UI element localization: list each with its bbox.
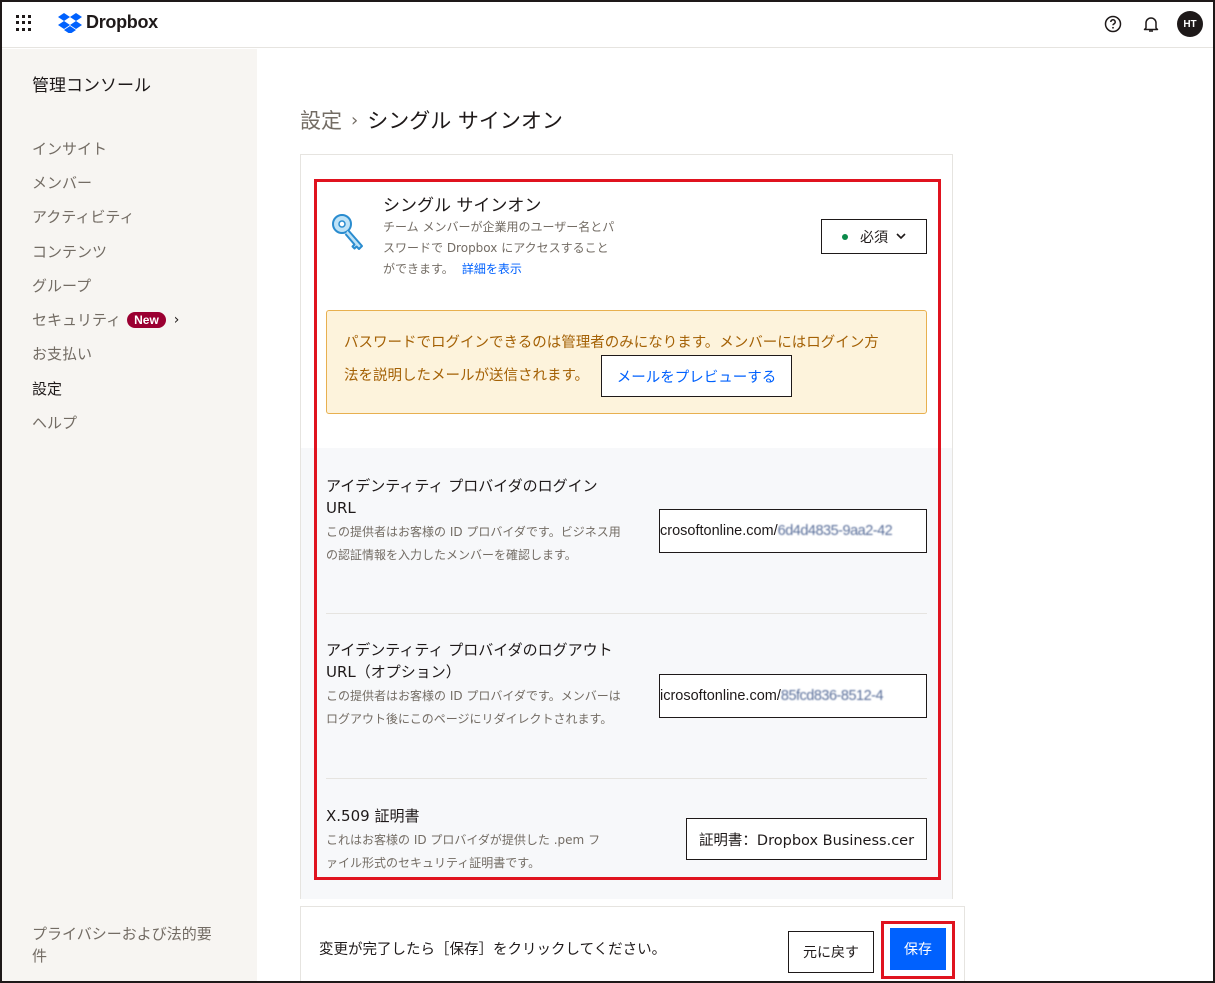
save-button[interactable]: 保存 [890, 928, 946, 970]
sidebar-item-groups[interactable]: グループ [32, 268, 179, 302]
sidebar: 管理コンソール インサイト メンバー アクティビティ コンテンツ グループ セキ… [2, 49, 257, 981]
sidebar-item-label: インサイト [32, 139, 108, 158]
sidebar-item-settings[interactable]: 設定 [32, 371, 179, 405]
privacy-legal-link[interactable]: プライバシーおよび法的要件 [32, 923, 222, 967]
dropbox-logo[interactable]: Dropbox [58, 12, 158, 33]
page-title: シングル サインオン [367, 109, 563, 133]
save-bar: 変更が完了したら［保存］をクリックしてください。 元に戻す [300, 906, 965, 981]
sidebar-item-label: 設定 [32, 379, 63, 398]
app-name: Dropbox [86, 12, 158, 32]
sidebar-item-security[interactable]: セキュリティ New › [32, 302, 179, 336]
sidebar-item-label: アクティビティ [32, 208, 135, 227]
sidebar-item-help[interactable]: ヘルプ [32, 405, 179, 439]
dropbox-icon [58, 12, 82, 33]
sidebar-item-label: グループ [32, 276, 92, 295]
sidebar-item-label: コンテンツ [32, 242, 108, 261]
apps-grid-icon[interactable] [16, 15, 32, 31]
sidebar-item-activity[interactable]: アクティビティ [32, 200, 179, 234]
avatar[interactable]: HT [1177, 11, 1203, 37]
sidebar-item-label: メンバー [32, 173, 93, 192]
sidebar-item-insights[interactable]: インサイト [32, 131, 179, 165]
help-icon[interactable] [1101, 12, 1125, 36]
sidebar-item-label: セキュリティ [32, 311, 122, 330]
bell-icon[interactable] [1139, 12, 1163, 36]
top-bar: Dropbox HT [2, 2, 1213, 48]
sidebar-item-billing[interactable]: お支払い [32, 337, 179, 371]
sidebar-title: 管理コンソール [32, 76, 151, 96]
breadcrumb-settings[interactable]: 設定 [300, 105, 342, 135]
breadcrumb: 設定 › シングル サインオン [300, 105, 563, 135]
sidebar-item-members[interactable]: メンバー [32, 165, 179, 199]
app-frame: Dropbox HT 管理コンソール インサイト メンバー アクティビティ コン… [0, 0, 1215, 983]
sidebar-item-label: お支払い [32, 345, 93, 364]
sidebar-item-content[interactable]: コンテンツ [32, 234, 179, 268]
save-message: 変更が完了したら［保存］をクリックしてください。 [319, 942, 667, 958]
highlight-frame [314, 179, 941, 880]
new-badge: New [127, 311, 166, 328]
sidebar-nav: インサイト メンバー アクティビティ コンテンツ グループ セキュリティ New… [32, 131, 179, 440]
breadcrumb-separator: › [351, 109, 359, 131]
sidebar-item-label: ヘルプ [32, 414, 78, 433]
chevron-right-icon: › [173, 311, 180, 328]
revert-button[interactable]: 元に戻す [788, 931, 874, 973]
